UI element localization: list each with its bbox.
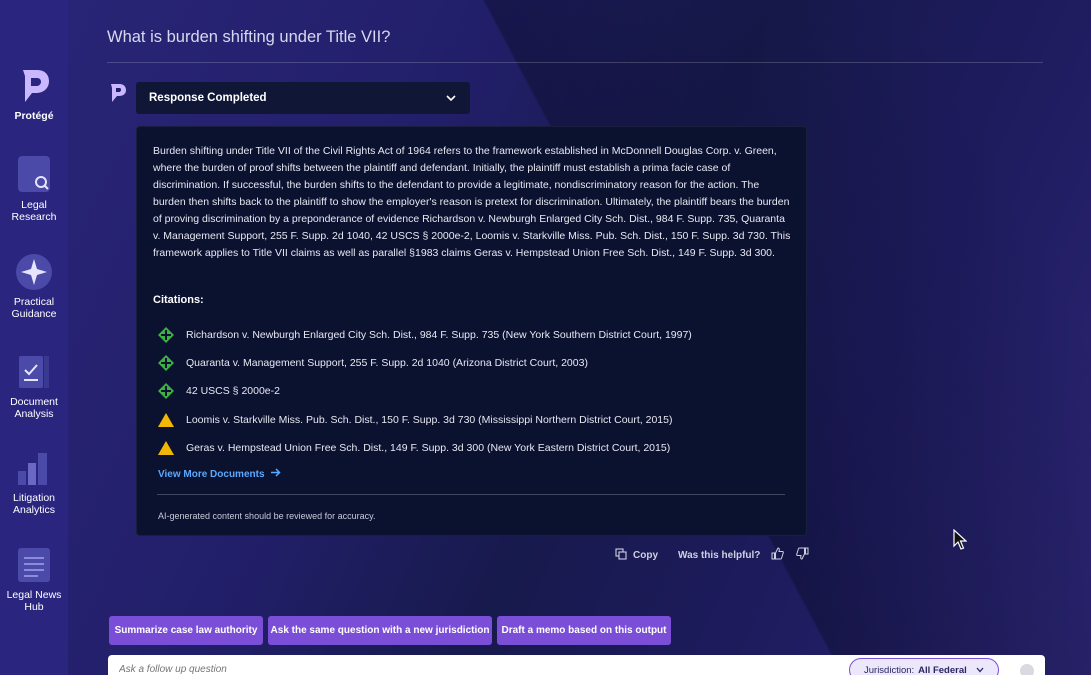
response-status-label: Response Completed	[149, 92, 267, 104]
view-more-label: View More Documents	[158, 468, 265, 480]
view-more-documents-link[interactable]: View More Documents	[158, 468, 281, 480]
response-card: Burden shifting under Title VII of the C…	[136, 126, 807, 536]
sidebar-item-legal-news-hub[interactable]: Legal News Hub	[0, 545, 68, 613]
sidebar-item-label: Legal Research	[11, 199, 57, 223]
citation-text: Loomis v. Starkville Miss. Pub. Sch. Dis…	[186, 414, 673, 426]
citation-item[interactable]: 42 USCS § 2000e-2	[157, 381, 280, 401]
protege-logo-icon	[14, 66, 54, 106]
search-document-icon	[14, 155, 54, 195]
citation-item[interactable]: Loomis v. Starkville Miss. Pub. Sch. Dis…	[157, 410, 673, 430]
citation-text: Quaranta v. Management Support, 255 F. S…	[186, 357, 588, 369]
thumbs-down-icon[interactable]	[796, 547, 809, 563]
jurisdiction-value: All Federal	[918, 664, 967, 675]
caution-signal-icon	[157, 439, 175, 457]
summarize-case-law-button[interactable]: Summarize case law authority	[109, 616, 263, 645]
citation-text: Richardson v. Newburgh Enlarged City Sch…	[186, 329, 692, 341]
header-divider	[107, 62, 1043, 63]
assistant-avatar-icon	[108, 82, 128, 104]
document-check-icon	[14, 352, 54, 392]
mouse-cursor-icon	[953, 528, 968, 556]
arrow-right-icon	[270, 468, 281, 480]
sidebar-item-label: Litigation Analytics	[12, 492, 56, 516]
citation-item[interactable]: Geras v. Hempstead Union Free Sch. Dist.…	[157, 438, 670, 458]
sidebar-item-label: Protégé	[14, 110, 54, 122]
thumbs-up-icon[interactable]	[771, 547, 785, 563]
sidebar-item-label: Practical Guidance	[11, 296, 57, 320]
bar-chart-icon	[14, 448, 54, 488]
copy-label: Copy	[633, 549, 658, 561]
answer-text: Burden shifting under Title VII of the C…	[153, 145, 791, 259]
sidebar-item-legal-research[interactable]: Legal Research	[0, 155, 68, 223]
newspaper-icon	[14, 545, 54, 585]
copy-icon	[615, 547, 627, 563]
draft-memo-button[interactable]: Draft a memo based on this output	[497, 616, 671, 645]
page-title: What is burden shifting under Title VII?	[107, 28, 391, 46]
sidebar-item-litigation-analytics[interactable]: Litigation Analytics	[0, 448, 68, 516]
sidebar-item-practical-guidance[interactable]: Practical Guidance	[0, 252, 68, 320]
sidebar-item-document-analysis[interactable]: Document Analysis	[0, 352, 68, 420]
helpful-label: Was this helpful?	[678, 549, 761, 561]
compass-star-icon	[14, 252, 54, 292]
feedback-prompt: Was this helpful?	[678, 547, 809, 563]
chevron-down-icon	[446, 89, 456, 107]
positive-signal-icon	[157, 354, 175, 372]
jurisdiction-label: Jurisdiction:	[864, 664, 915, 675]
sidebar-item-label: Legal News Hub	[6, 589, 62, 613]
sidebar-item-protege[interactable]: Protégé	[0, 66, 68, 122]
chevron-down-icon	[976, 665, 984, 675]
followup-input[interactable]	[119, 664, 719, 675]
card-divider	[157, 494, 785, 495]
send-button[interactable]	[1020, 664, 1034, 675]
citation-item[interactable]: Richardson v. Newburgh Enlarged City Sch…	[157, 325, 692, 345]
new-jurisdiction-button[interactable]: Ask the same question with a new jurisdi…	[268, 616, 492, 645]
followup-bar: Jurisdiction: All Federal	[108, 655, 1045, 675]
jurisdiction-selector[interactable]: Jurisdiction: All Federal	[849, 658, 999, 675]
citation-item[interactable]: Quaranta v. Management Support, 255 F. S…	[157, 353, 588, 373]
citation-text: 42 USCS § 2000e-2	[186, 385, 280, 397]
ai-disclaimer: AI-generated content should be reviewed …	[158, 511, 376, 521]
positive-signal-icon	[157, 382, 175, 400]
citation-text: Geras v. Hempstead Union Free Sch. Dist.…	[186, 442, 671, 454]
sidebar: Protégé Legal Research Practical Guidanc…	[0, 0, 68, 675]
caution-signal-icon	[157, 411, 175, 429]
response-status-dropdown[interactable]: Response Completed	[136, 82, 470, 114]
positive-signal-icon	[157, 326, 175, 344]
citations-heading: Citations:	[153, 294, 204, 306]
copy-button[interactable]: Copy	[615, 547, 658, 563]
sidebar-item-label: Document Analysis	[10, 396, 58, 420]
